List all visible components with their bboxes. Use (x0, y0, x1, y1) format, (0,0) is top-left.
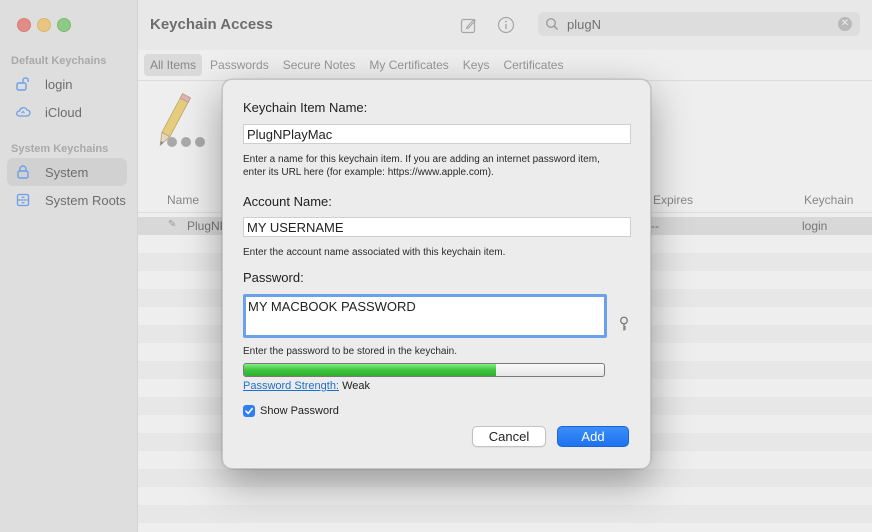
item-name-help: Enter a name for this keychain item. If … (243, 154, 600, 178)
account-name-field[interactable] (243, 217, 631, 237)
password-label: Password: (243, 270, 304, 285)
password-strength-fill (244, 364, 496, 376)
password-strength: Password Strength: Weak (243, 380, 370, 392)
show-password-toggle[interactable]: Show Password (243, 405, 339, 417)
password-help: Enter the password to be stored in the k… (243, 346, 458, 357)
cancel-button[interactable]: Cancel (472, 426, 546, 447)
item-name-label: Keychain Item Name: (243, 100, 368, 115)
account-name-help: Enter the account name associated with t… (243, 247, 506, 258)
item-name-field[interactable] (243, 124, 631, 144)
password-strength-meter (243, 363, 605, 377)
show-password-label: Show Password (260, 405, 339, 417)
password-field[interactable]: MY MACBOOK PASSWORD (243, 294, 607, 338)
password-strength-link[interactable]: Password Strength: (243, 380, 339, 392)
password-strength-value: Weak (342, 380, 370, 392)
show-password-checkbox[interactable] (243, 405, 255, 417)
new-password-item-dialog: Keychain Item Name: Enter a name for thi… (222, 79, 651, 469)
key-icon[interactable] (617, 316, 631, 332)
add-button[interactable]: Add (557, 426, 629, 447)
checkmark-icon (245, 407, 253, 415)
account-name-label: Account Name: (243, 194, 332, 209)
